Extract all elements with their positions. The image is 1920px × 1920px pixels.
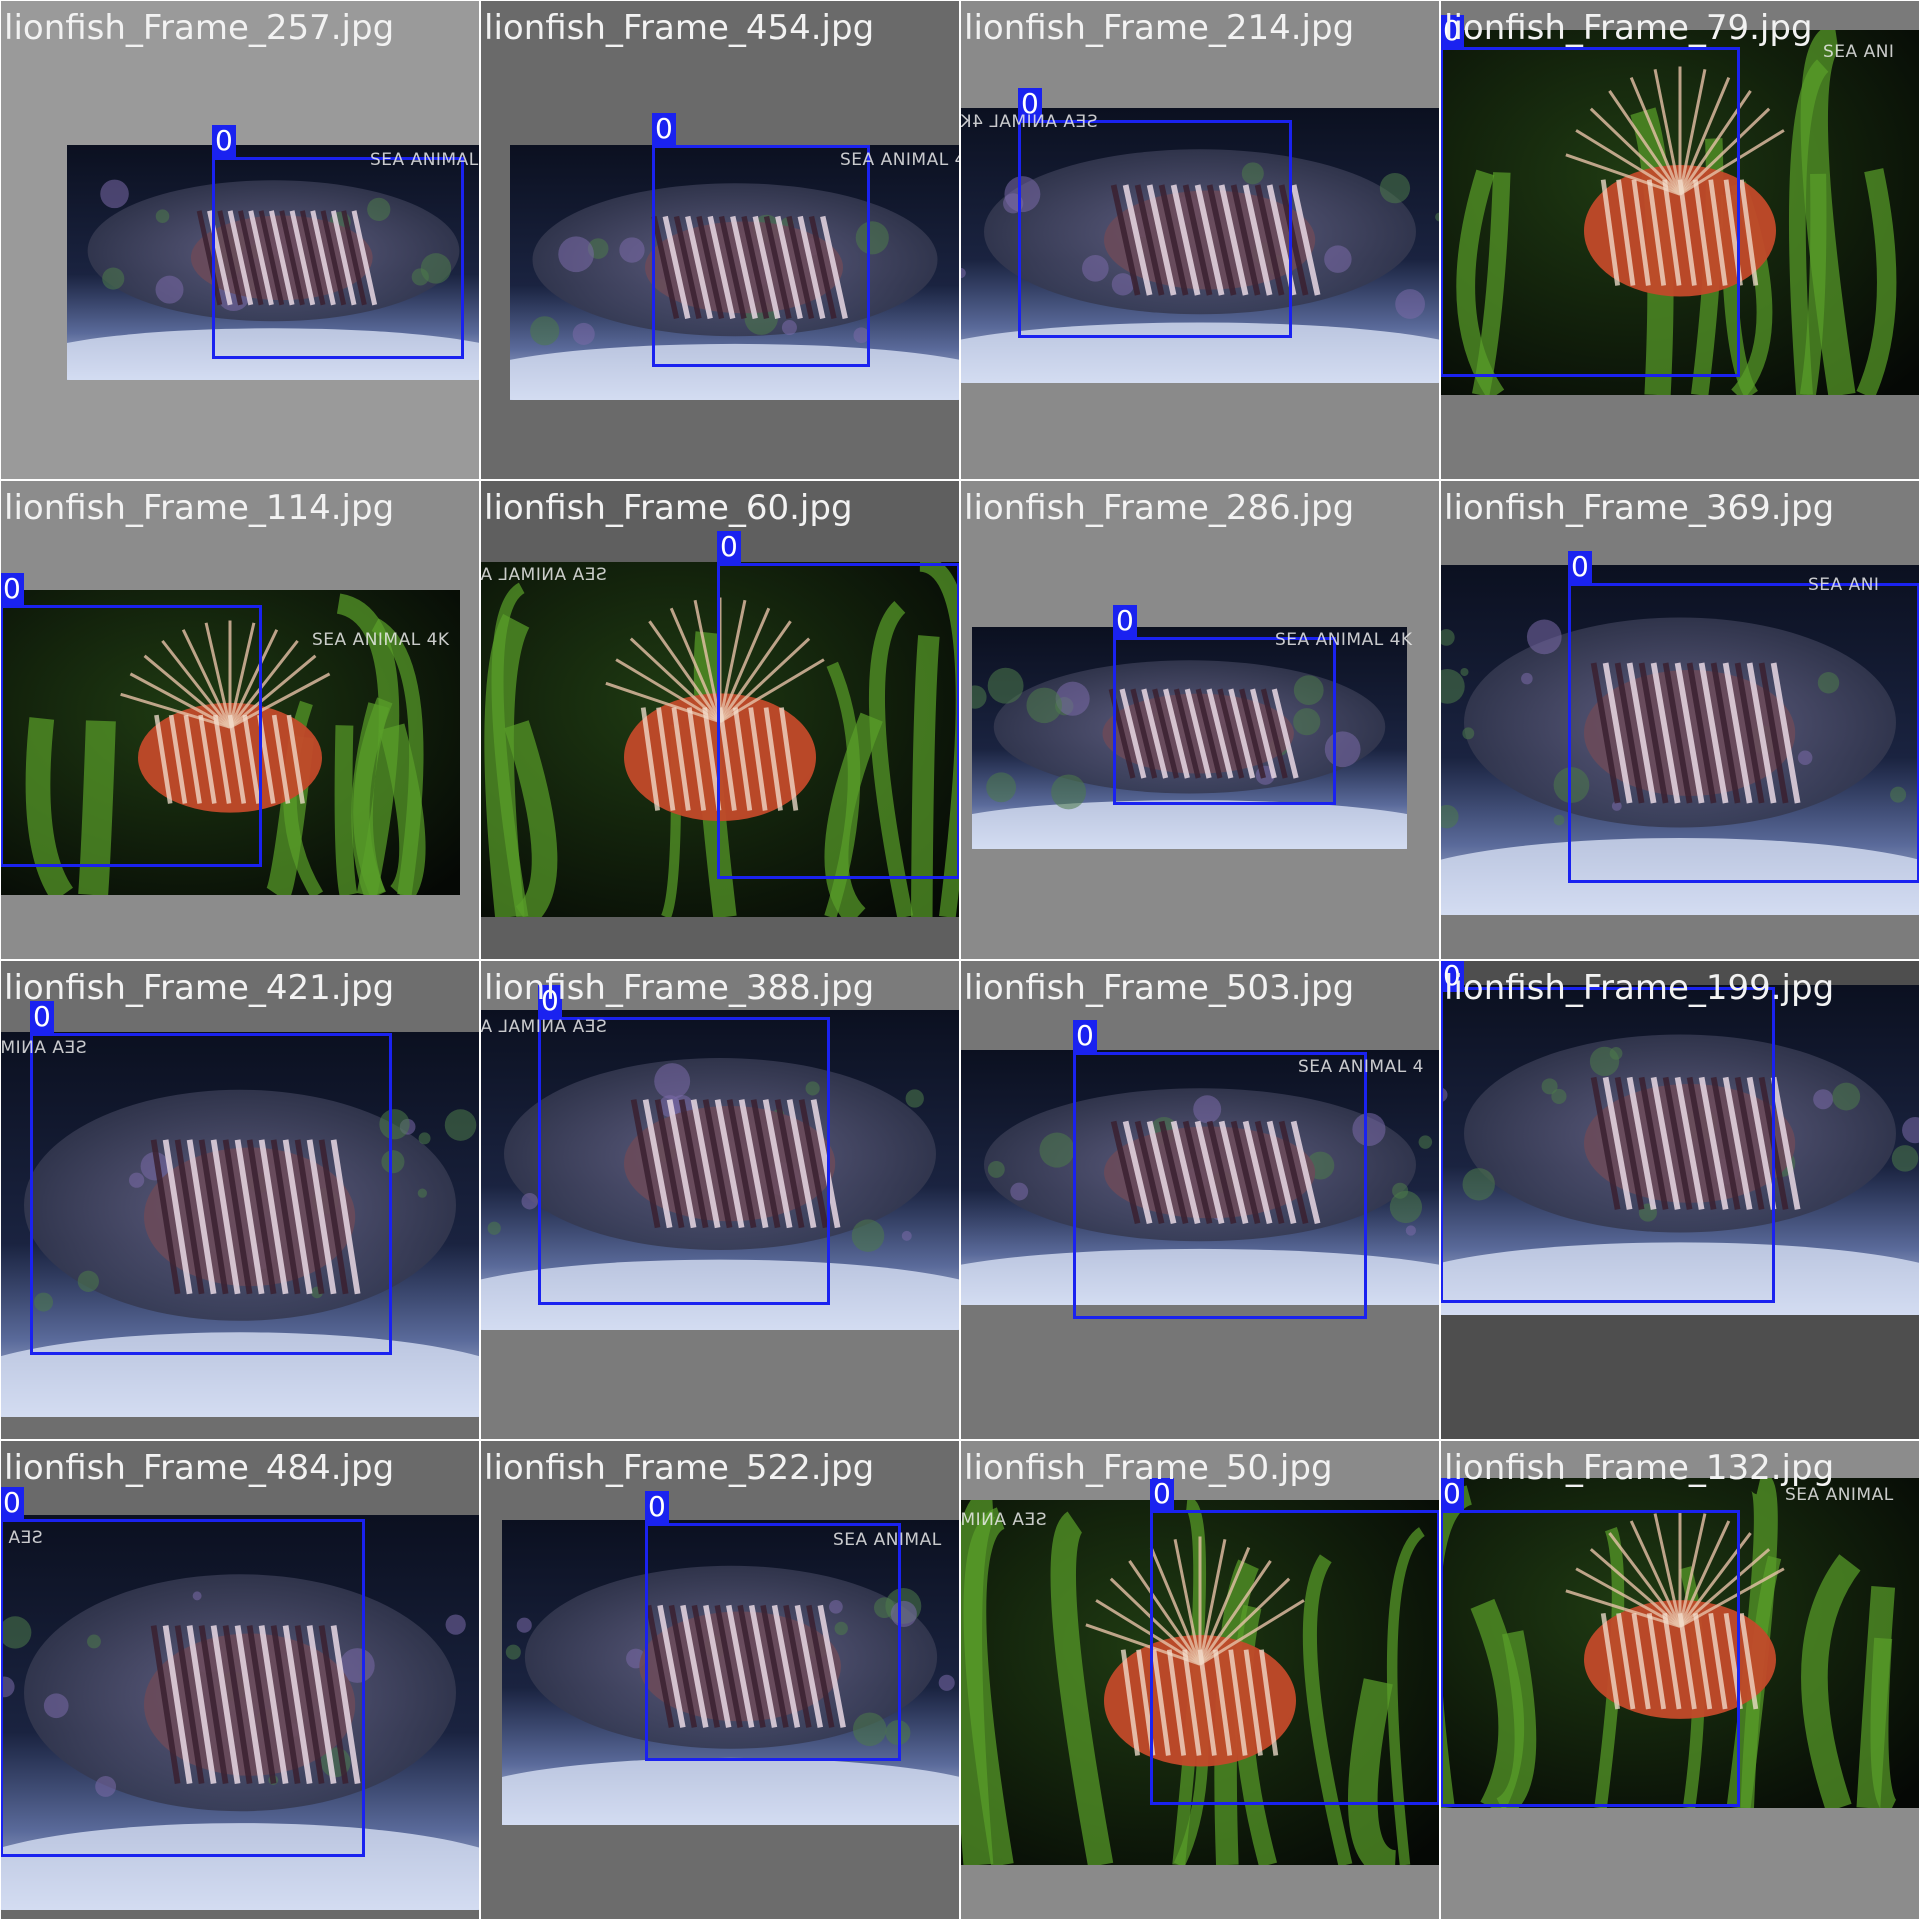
bounding-box	[1440, 1510, 1740, 1807]
mosaic-tile: 0 lionfish_Frame_388.jpg SEA ANIMAL A	[480, 960, 960, 1440]
bounding-box	[1568, 583, 1920, 883]
bbox-class-label: 0	[645, 1491, 669, 1523]
bounding-box	[212, 157, 464, 359]
bounding-box	[1440, 47, 1740, 377]
watermark-text: SEA ANIMAL	[833, 1530, 942, 1550]
watermark-text: SEA ANIMAL 4K	[312, 630, 450, 650]
tile-filename: lionfish_Frame_522.jpg	[484, 1448, 875, 1488]
bbox-class-label: 0	[652, 113, 676, 145]
watermark-text: SEA ANIMAL A	[480, 1017, 607, 1037]
tile-filename: lionfish_Frame_286.jpg	[964, 488, 1355, 528]
tile-filename: lionfish_Frame_114.jpg	[4, 488, 395, 528]
bbox-class-label: 0	[0, 1487, 24, 1519]
mosaic-tile: 0 lionfish_Frame_132.jpg SEA ANIMAL	[1440, 1440, 1920, 1920]
watermark-text: SEA ANIMAL 4	[370, 150, 480, 170]
tile-filename: lionfish_Frame_484.jpg	[4, 1448, 395, 1488]
tile-filename: lionfish_Frame_388.jpg	[484, 968, 875, 1008]
watermark-text: SEA ANI	[1823, 42, 1895, 62]
mosaic-tile: 0 lionfish_Frame_79.jpg SEA ANI	[1440, 0, 1920, 480]
mosaic-tile: 0 lionfish_Frame_421.jpg SEA ANIM	[0, 960, 480, 1440]
tile-filename: lionfish_Frame_199.jpg	[1444, 968, 1835, 1008]
mosaic-tile: 0 lionfish_Frame_50.jpg SEA ANIM	[960, 1440, 1440, 1920]
watermark-text: SEA ANIMAL A	[480, 565, 607, 585]
mosaic-tile: 0 lionfish_Frame_60.jpg SEA ANIMAL A	[480, 480, 960, 960]
mosaic-tile: 0 lionfish_Frame_503.jpg SEA ANIMAL 4	[960, 960, 1440, 1440]
bounding-box	[717, 563, 960, 879]
mosaic-tile: 0 lionfish_Frame_522.jpg SEA ANIMAL	[480, 1440, 960, 1920]
bounding-box	[1440, 987, 1775, 1303]
tile-filename: lionfish_Frame_50.jpg	[964, 1448, 1333, 1488]
tile-filename: lionfish_Frame_369.jpg	[1444, 488, 1835, 528]
bbox-class-label: 0	[0, 573, 24, 605]
bounding-box	[30, 1033, 392, 1355]
tile-filename: lionfish_Frame_454.jpg	[484, 8, 875, 48]
bbox-class-label: 0	[717, 531, 741, 563]
mosaic-tile: 0 lionfish_Frame_257.jpg SEA ANIMAL 4	[0, 0, 480, 480]
bounding-box	[1073, 1052, 1367, 1319]
watermark-text: SEA ANIMAL 4K	[1275, 630, 1413, 650]
bbox-class-label: 0	[1073, 1020, 1097, 1052]
tile-filename: lionfish_Frame_60.jpg	[484, 488, 853, 528]
mosaic-tile: 0 lionfish_Frame_214.jpg SEA ANIMAL 4K	[960, 0, 1440, 480]
bounding-box	[0, 605, 262, 867]
tile-filename: lionfish_Frame_79.jpg	[1444, 8, 1813, 48]
watermark-text: SEA ANIM	[0, 1038, 87, 1058]
mosaic-tile: 0 lionfish_Frame_286.jpg SEA ANIMAL 4K	[960, 480, 1440, 960]
watermark-text: SEA ANIM	[960, 1510, 1047, 1530]
watermark-text: SEA ANIMAL 4K	[960, 112, 1098, 132]
bounding-box	[652, 145, 870, 367]
bbox-class-label: 0	[1113, 605, 1137, 637]
tile-filename: lionfish_Frame_257.jpg	[4, 8, 395, 48]
watermark-text: SEA ANI	[1808, 575, 1880, 595]
tile-filename: lionfish_Frame_421.jpg	[4, 968, 395, 1008]
mosaic-tile: 0 lionfish_Frame_454.jpg SEA ANIMAL 4	[480, 0, 960, 480]
mosaic-tile: 0 lionfish_Frame_114.jpg SEA ANIMAL 4K	[0, 480, 480, 960]
bounding-box	[538, 1017, 830, 1305]
bounding-box	[1018, 120, 1292, 338]
bbox-class-label: 0	[212, 125, 236, 157]
bounding-box	[1113, 637, 1336, 805]
tile-filename: lionfish_Frame_132.jpg	[1444, 1448, 1835, 1488]
mosaic-tile: 0 lionfish_Frame_369.jpg SEA ANI	[1440, 480, 1920, 960]
tile-filename: lionfish_Frame_503.jpg	[964, 968, 1355, 1008]
bbox-class-label: 0	[1568, 551, 1592, 583]
bounding-box	[645, 1523, 901, 1761]
bounding-box	[0, 1519, 365, 1857]
image-mosaic: 0 lionfish_Frame_257.jpg SEA ANIMAL 4 0 …	[0, 0, 1920, 1920]
tile-filename: lionfish_Frame_214.jpg	[964, 8, 1355, 48]
bounding-box	[1150, 1510, 1440, 1805]
watermark-text: SEA	[8, 1528, 43, 1548]
mosaic-tile: 0 lionfish_Frame_484.jpg SEA	[0, 1440, 480, 1920]
watermark-text: SEA ANIMAL 4	[840, 150, 960, 170]
watermark-text: SEA ANIMAL 4	[1298, 1057, 1424, 1077]
mosaic-tile: 0 lionfish_Frame_199.jpg	[1440, 960, 1920, 1440]
